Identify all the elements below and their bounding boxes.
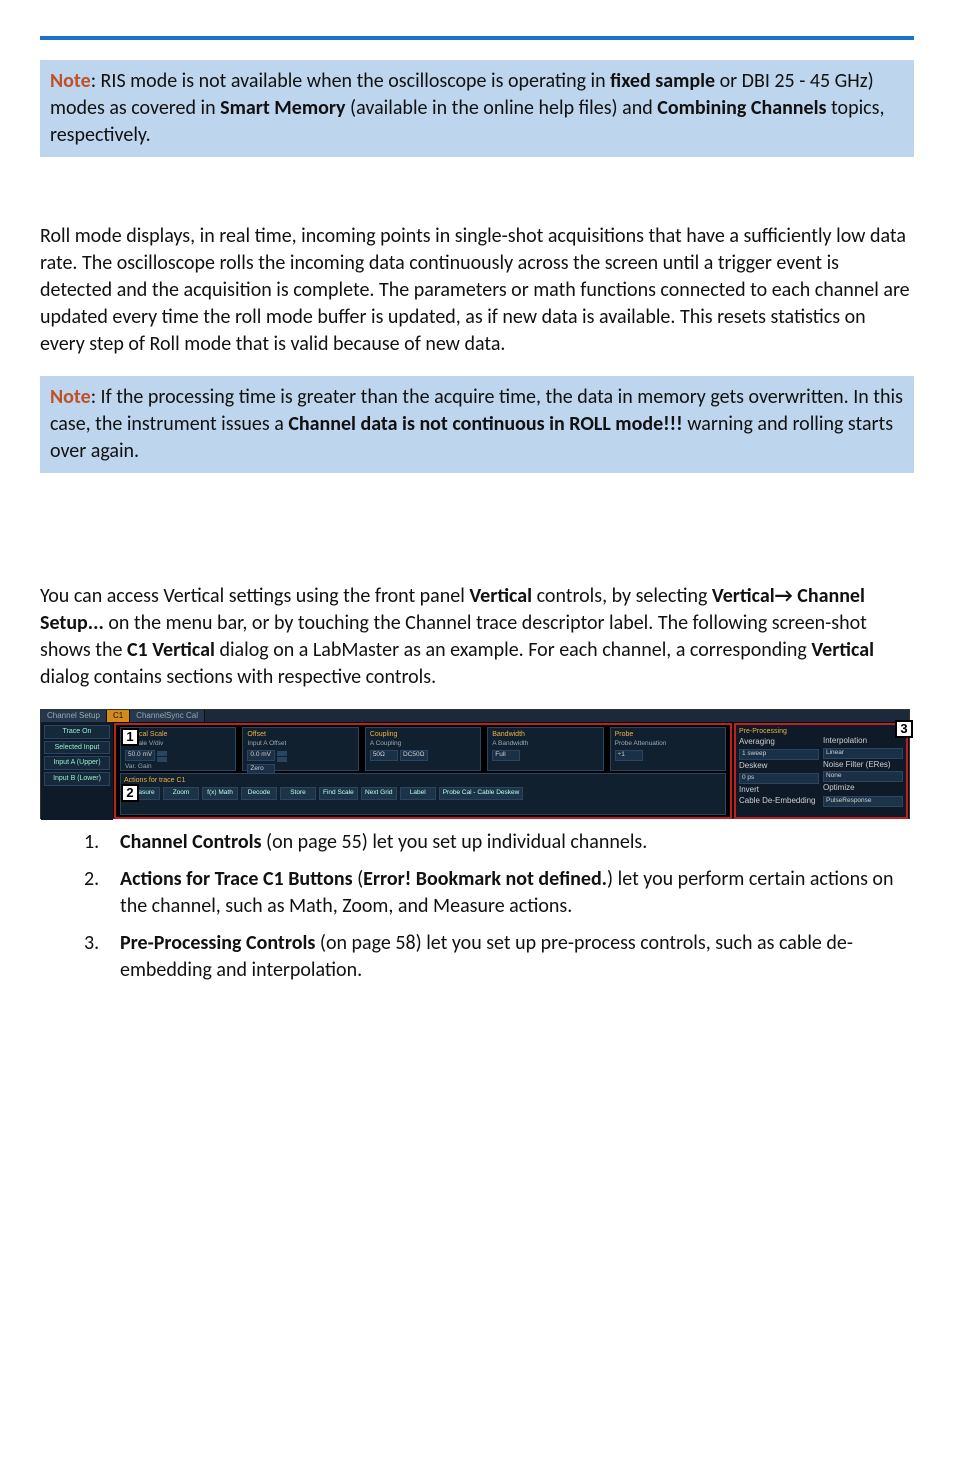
bold-vertical-2: Vertical: [811, 638, 874, 662]
list-item-text: (on page 55) let you set up individual c…: [261, 830, 647, 854]
text: dialog on a LabMaster as an example. For…: [215, 638, 811, 662]
vertical-settings-paragraph: You can access Vertical settings using t…: [40, 583, 914, 691]
list-item-title: Pre-Processing Controls: [120, 931, 315, 955]
probe-cal-button[interactable]: Probe Cal - Cable Deskew: [439, 787, 524, 800]
note-bold-channel-warning: Channel data is not continuous in ROLL m…: [288, 412, 682, 436]
group-sub: Input A Offset: [247, 740, 353, 749]
group-sub: A Bandwidth: [492, 740, 598, 749]
list-item-title: Actions for Trace C1 Buttons: [120, 867, 353, 891]
channel-controls-region: Vertical Scale A Scale V/div 50.0 mV Var…: [114, 723, 732, 819]
list-item-title: Channel Controls: [120, 830, 261, 854]
bold-c1-vertical: C1 Vertical: [127, 638, 215, 662]
group-title: Probe: [615, 730, 721, 739]
left-column: Trace On Selected Input Input A (Upper) …: [41, 722, 113, 820]
interpolation-value[interactable]: Linear: [823, 748, 903, 759]
zoom-button[interactable]: Zoom: [163, 787, 199, 800]
group-title: Offset: [247, 730, 353, 739]
actions-title: Actions for trace C1: [124, 776, 722, 785]
averaging-label: Averaging: [739, 737, 819, 748]
bold-vertical: Vertical: [469, 584, 532, 608]
list-item: Channel Controls (on page 55) let you se…: [84, 829, 914, 856]
invert-toggle[interactable]: Invert: [739, 785, 819, 796]
selected-input-label: Selected Input: [44, 741, 110, 755]
vscale-value[interactable]: 50.0 mV: [125, 750, 155, 761]
text: dialog contains sections with respective…: [40, 665, 436, 689]
averaging-value[interactable]: 1 sweep: [739, 749, 819, 760]
note-label: Note: [50, 385, 91, 409]
callout-legend-list: Channel Controls (on page 55) let you se…: [40, 829, 914, 984]
noise-filter-value[interactable]: None: [823, 771, 903, 782]
note-text: : RIS mode is not available when the osc…: [91, 69, 610, 93]
trace-on-toggle[interactable]: Trace On: [44, 725, 110, 739]
tab-c1[interactable]: C1: [107, 710, 130, 723]
preprocessing-title: Pre-Processing: [739, 727, 819, 736]
coupling-group: Coupling A Coupling 50Ω DC50Ω: [365, 727, 481, 771]
cable-de-embedding-toggle[interactable]: Cable De-Embedding: [739, 796, 819, 807]
coupling-value[interactable]: DC50Ω: [400, 750, 428, 761]
noise-filter-label: Noise Filter (ERes): [823, 760, 903, 771]
tab-channelsync-cal[interactable]: ChannelSync Cal: [130, 710, 205, 723]
note-roll-mode-warning: Note: If the processing time is greater …: [40, 376, 914, 473]
decode-button[interactable]: Decode: [241, 787, 277, 800]
note-bold-fixed-sample: fixed sample: [610, 69, 715, 93]
store-button[interactable]: Store: [280, 787, 316, 800]
offset-stepper[interactable]: [277, 751, 287, 763]
pulse-response-button[interactable]: PulseResponse: [823, 796, 903, 807]
group-title: Coupling: [370, 730, 476, 739]
dialog-tabbar: Channel Setup C1 ChannelSync Cal: [41, 710, 909, 722]
zero-button[interactable]: Zero: [247, 764, 275, 775]
tab-channel-setup[interactable]: Channel Setup: [41, 710, 107, 723]
probe-group: Probe Probe Attenuation ÷1: [610, 727, 726, 771]
group-sub: Probe Attenuation: [615, 740, 721, 749]
text: controls, by selecting: [532, 584, 712, 608]
header-rule: [40, 36, 914, 40]
label-button[interactable]: Label: [400, 787, 436, 800]
list-item: Actions for Trace C1 Buttons (Error! Boo…: [84, 866, 914, 920]
group-sub: A Coupling: [370, 740, 476, 749]
group-title: Bandwidth: [492, 730, 598, 739]
group-title: Vertical Scale: [125, 730, 231, 739]
text: You can access Vertical settings using t…: [40, 584, 469, 608]
callout-3: 3: [895, 720, 913, 738]
deskew-value[interactable]: 0 ps: [739, 773, 819, 784]
note-ris-mode: Note: RIS mode is not available when the…: [40, 60, 914, 157]
interpolation-label: Interpolation: [823, 736, 903, 747]
preprocessing-region: Pre-Processing Averaging 1 sweep Deskew …: [734, 723, 908, 819]
find-scale-button[interactable]: Find Scale: [319, 787, 358, 800]
error-bookmark: Error! Bookmark not defined.: [363, 867, 607, 891]
math-button[interactable]: f(x) Math: [202, 787, 238, 800]
callout-2: 2: [121, 784, 139, 802]
actions-for-trace-region: Actions for trace C1 Measure Zoom f(x) M…: [120, 773, 726, 815]
callout-1: 1: [121, 728, 139, 746]
list-item: Pre-Processing Controls (on page 58) let…: [84, 930, 914, 984]
vscale-stepper[interactable]: [157, 751, 167, 763]
bandwidth-group: Bandwidth A Bandwidth Full: [487, 727, 603, 771]
bandwidth-value[interactable]: Full: [492, 750, 520, 761]
offset-value[interactable]: 0.0 mV: [247, 750, 275, 761]
offset-group: Offset Input A Offset 0.0 mV Zero: [242, 727, 358, 771]
next-grid-button[interactable]: Next Grid: [361, 787, 397, 800]
c1-vertical-dialog-screenshot: 1 2 3 Channel Setup C1 ChannelSync Cal T…: [40, 709, 910, 819]
input-b-button[interactable]: Input B (Lower): [44, 772, 110, 786]
deskew-label: Deskew: [739, 761, 819, 772]
note-label: Note: [50, 69, 91, 93]
probe-attenuation-value[interactable]: ÷1: [615, 750, 643, 761]
impedance-badge: 50Ω: [370, 750, 398, 761]
note-bold-combining-channels: Combining Channels: [657, 96, 826, 120]
text: (: [353, 867, 364, 891]
note-bold-smart-memory: Smart Memory: [220, 96, 345, 120]
roll-mode-paragraph: Roll mode displays, in real time, incomi…: [40, 223, 914, 358]
group-sub: A Scale V/div: [125, 740, 231, 749]
var-gain-toggle[interactable]: Var. Gain: [125, 763, 231, 772]
input-a-button[interactable]: Input A (Upper): [44, 756, 110, 770]
note-text: (available in the online help files) and: [346, 96, 658, 120]
optimize-label: Optimize: [823, 783, 903, 794]
